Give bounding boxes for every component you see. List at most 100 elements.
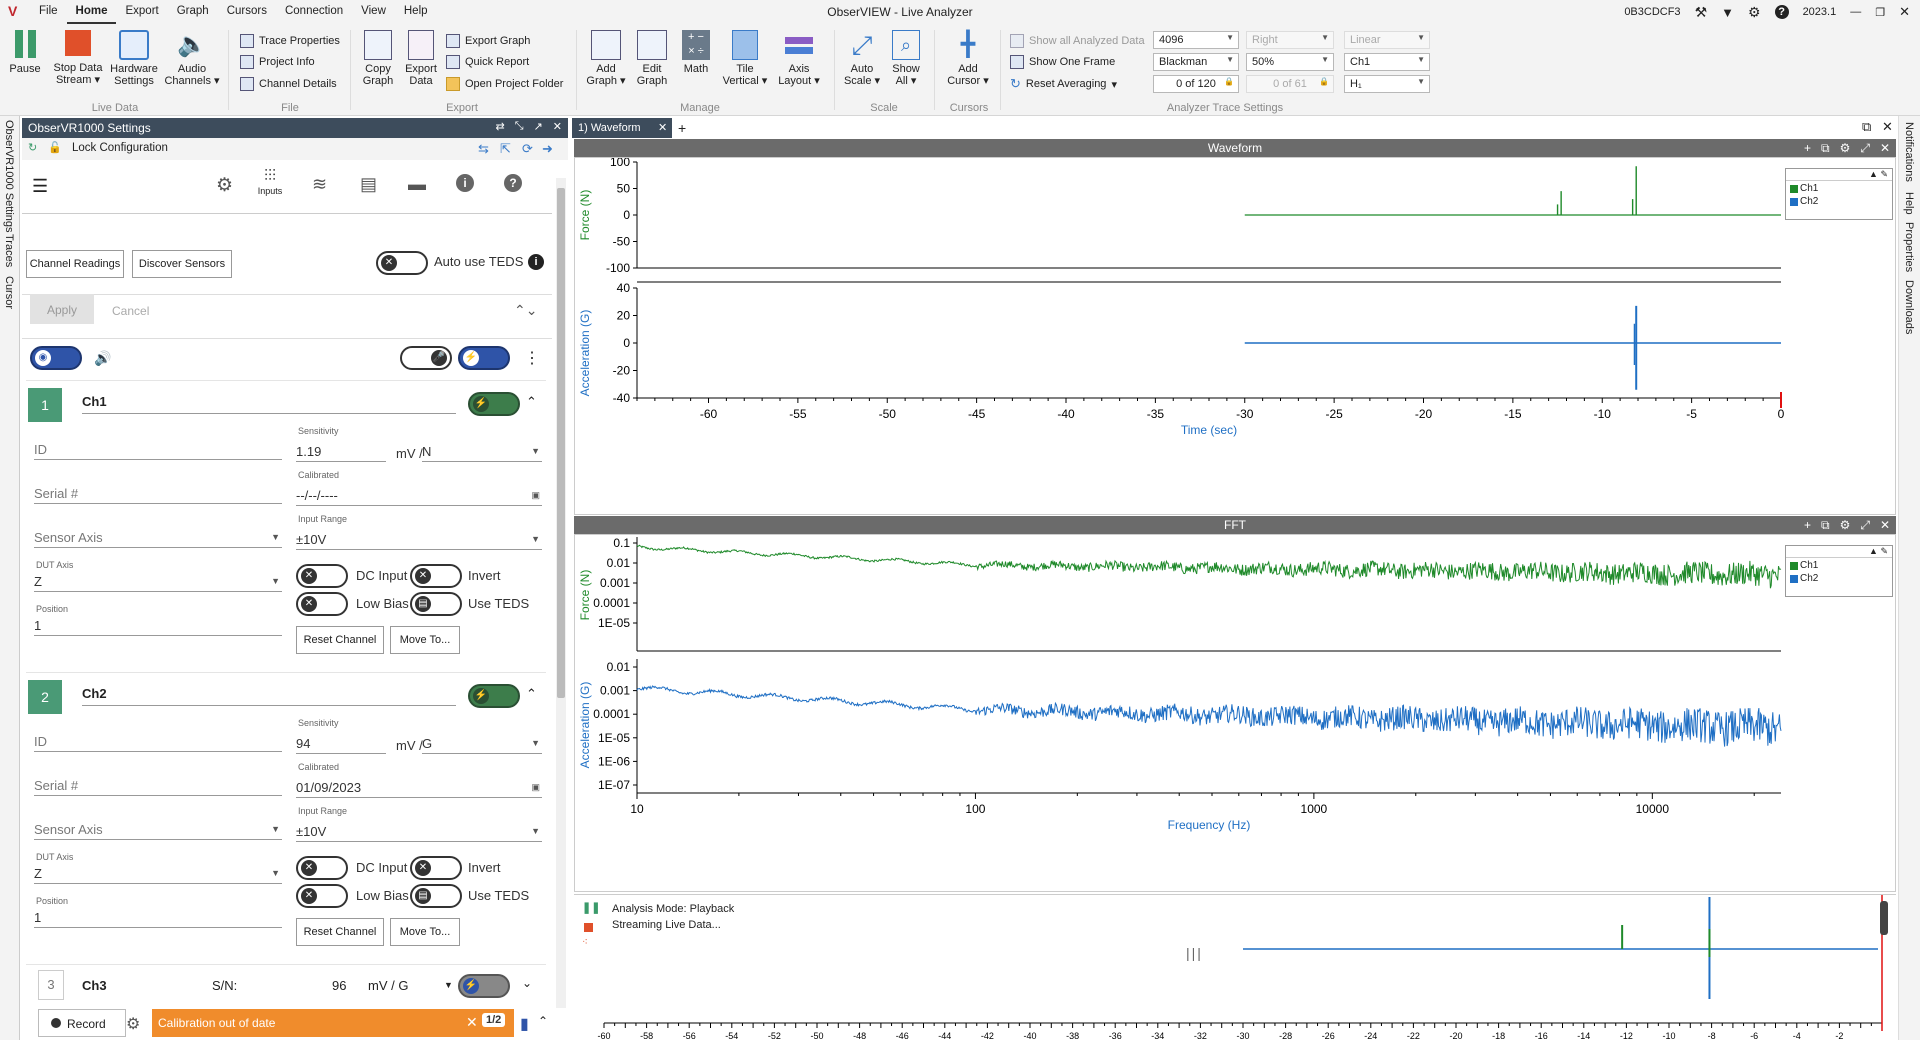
dismiss-alert-icon[interactable]: ✕ [466, 1014, 478, 1031]
menu-file[interactable]: File [30, 0, 67, 24]
export-graph-button[interactable]: Export Graph [446, 32, 530, 50]
channel-1-position-field[interactable]: 1 [34, 614, 282, 636]
record-settings-icon[interactable]: ⚙ [126, 1014, 140, 1034]
channel-1-invert-toggle[interactable]: ✕ [410, 564, 462, 588]
channel-1-calibrated-field[interactable]: --/--/---- ▣ [296, 484, 542, 506]
channel-2-move-button[interactable]: Move To... [390, 918, 460, 946]
chevron-up-icon[interactable]: ⌃ [526, 394, 537, 410]
close-panel-icon[interactable]: ✕ [553, 120, 562, 133]
add-tab-icon[interactable]: + [678, 120, 686, 136]
trace-properties-button[interactable]: Trace Properties [240, 32, 340, 50]
send-icon[interactable]: ➜ [542, 141, 553, 157]
channel-2-unit-select[interactable]: G ▼ [422, 732, 542, 754]
apply-button[interactable]: Apply [30, 294, 94, 324]
fft-legend[interactable]: ▲ ✎ Ch1 Ch2 [1785, 545, 1893, 597]
document-icon[interactable]: ▤ [360, 174, 377, 195]
minimize-icon[interactable]: — [1850, 6, 1861, 18]
pause-button[interactable]: Pause [4, 30, 46, 75]
side-select[interactable]: Right ▼ [1246, 31, 1334, 49]
menu-home[interactable]: Home [66, 0, 117, 24]
math-button[interactable]: + − × ÷ Math [678, 30, 714, 75]
chevron-up-icon[interactable]: ⌃ [526, 686, 537, 702]
channel-1-sensor-axis-select[interactable]: Sensor Axis ▼ [34, 526, 282, 548]
scale-mode-select[interactable]: Linear ▼ [1344, 31, 1430, 49]
settings-gear-icon[interactable]: ⚙ [216, 174, 233, 197]
menu-help[interactable]: Help [395, 0, 437, 24]
restore-icon[interactable]: ❐ [1875, 6, 1885, 19]
channel-1-name[interactable]: Ch1 [82, 390, 456, 414]
filter-icon[interactable]: ▼ [1721, 5, 1734, 20]
fft-size-select[interactable]: 4096 ▼ [1153, 31, 1239, 49]
graph-settings-icon[interactable]: ⚙ [1840, 516, 1851, 534]
waveform-plot[interactable]: 100500-50-100Force (N)40200-20-40Acceler… [575, 155, 1895, 514]
help-icon[interactable]: ? [1774, 5, 1789, 19]
legend-item-ch2[interactable]: Ch2 [1786, 196, 1892, 207]
copy-icon[interactable]: ⧉ [1821, 139, 1830, 157]
close-window-icon[interactable]: ✕ [1899, 4, 1910, 20]
menu-export[interactable]: Export [116, 0, 167, 24]
channel-2-sensitivity-field[interactable]: 94 [296, 732, 386, 754]
reset-averaging-button[interactable]: ↻ Reset Averaging ▾ [1010, 75, 1117, 93]
overview-plot[interactable]: -60 -58 -56 -54 -52 -50 -48 -46 -44 -42 -40 -38 -36-… [574, 895, 1896, 1041]
channel-2-invert-toggle[interactable]: ✕ [410, 856, 462, 880]
menu-cursors[interactable]: Cursors [218, 0, 276, 24]
rail-tab-downloads[interactable]: Downloads [1903, 280, 1915, 334]
shrink-icon[interactable]: ⤡ [515, 120, 524, 133]
new-window-icon[interactable]: ⧉ [1862, 119, 1871, 135]
settings-scrollbar[interactable] [556, 178, 566, 1040]
auto-teds-toggle[interactable]: ✕ [376, 251, 428, 275]
channel-2-position-field[interactable]: 1 [34, 906, 282, 928]
waveform-graph[interactable]: 100 50 0 -50 -100 Force (N) 40 20 0 -20 -40 Acceler… [574, 155, 1896, 515]
channel-2-dc-input-toggle[interactable]: ✕ [296, 856, 348, 880]
add-cursor-button[interactable]: ╋ Add Cursor ▾ [944, 30, 992, 87]
channel-2-name[interactable]: Ch2 [82, 682, 456, 706]
cycle-icon[interactable]: ⟳ [522, 141, 533, 157]
rail-tab-notifications[interactable]: Notifications [1903, 122, 1915, 182]
sync-icon[interactable]: ⇆ [478, 141, 489, 157]
window-select[interactable]: Blackman ▼ [1153, 53, 1239, 71]
import-icon[interactable]: ⇱ [500, 141, 511, 157]
channel-2-id-field[interactable]: ID [34, 730, 282, 752]
channel-1-input-range-select[interactable]: ±10V ▼ [296, 528, 542, 550]
waveform-legend[interactable]: ▲ ✎ Ch1 Ch2 [1785, 168, 1893, 220]
unlock-icon[interactable]: 🔓 [48, 141, 62, 154]
add-graph-button[interactable]: Add Graph ▾ [584, 30, 628, 87]
copy-graph-button[interactable]: Copy Graph [358, 30, 398, 87]
tile-vertical-button[interactable]: Tile Vertical ▾ [720, 30, 770, 87]
channel-2-dut-axis-select[interactable]: Z ▼ [34, 862, 282, 884]
chevron-down-icon[interactable]: ⌄ [522, 976, 532, 990]
channel-2-sensor-axis-select[interactable]: Sensor Axis ▼ [34, 818, 282, 840]
settings-scroll-thumb[interactable] [557, 188, 565, 698]
refresh-icon[interactable]: ↻ [28, 141, 37, 154]
channel-1-sensitivity-field[interactable]: 1.19 [296, 440, 386, 462]
show-all-analyzed-button[interactable]: Show all Analyzed Data [1010, 32, 1145, 50]
more-options-icon[interactable]: ⋮ [524, 348, 540, 368]
expand-alerts-icon[interactable]: ⌃ [538, 1014, 548, 1028]
channel-2-input-range-select[interactable]: ±10V ▼ [296, 820, 542, 842]
rail-tab-cursor[interactable]: Cursor [3, 276, 15, 309]
menu-view[interactable]: View [352, 0, 395, 24]
legend-item-ch1[interactable]: Ch1 [1786, 181, 1892, 196]
axis-layout-button[interactable]: Axis Layout ▾ [774, 30, 824, 87]
iepe-all-toggle[interactable]: ⚡ [458, 346, 510, 370]
quick-report-button[interactable]: Quick Report [446, 53, 529, 71]
channel-2-reset-button[interactable]: Reset Channel [296, 918, 384, 946]
channel-readings-button[interactable]: Channel Readings [26, 250, 124, 278]
fft-graph[interactable]: 0.1 0.01 0.001 0.0001 1E-05 Force (N) 0.01 0.00… [574, 534, 1896, 892]
close-graphs-icon[interactable]: ✕ [1882, 119, 1893, 135]
channel-2-use-teds-toggle[interactable]: ▤ [410, 884, 462, 908]
rail-tab-properties[interactable]: Properties [1903, 222, 1915, 272]
graph-settings-icon[interactable]: ⚙ [1840, 139, 1851, 157]
fft-plot[interactable]: 0.1 0.01 0.001 0.0001 1E-05 Force (N) 0.01 0.00… [575, 535, 1895, 891]
legend-item-ch1[interactable]: Ch1 [1786, 558, 1892, 573]
info-icon[interactable]: i [456, 174, 474, 192]
channel-select[interactable]: Ch1 ▼ [1344, 53, 1430, 71]
waves-icon[interactable]: ≋ [312, 174, 327, 195]
show-all-button[interactable]: ⌕ Show All ▾ [888, 30, 924, 87]
expand-icon[interactable]: ⤢ [1860, 139, 1870, 157]
show-one-frame-button[interactable]: Show One Frame [1010, 53, 1115, 71]
channel-details-button[interactable]: Channel Details [240, 75, 337, 93]
export-data-button[interactable]: Export Data [400, 30, 442, 87]
calibration-alert[interactable]: Calibration out of date ✕ 1/2 [152, 1009, 514, 1037]
edit-graph-button[interactable]: Edit Graph [632, 30, 672, 87]
